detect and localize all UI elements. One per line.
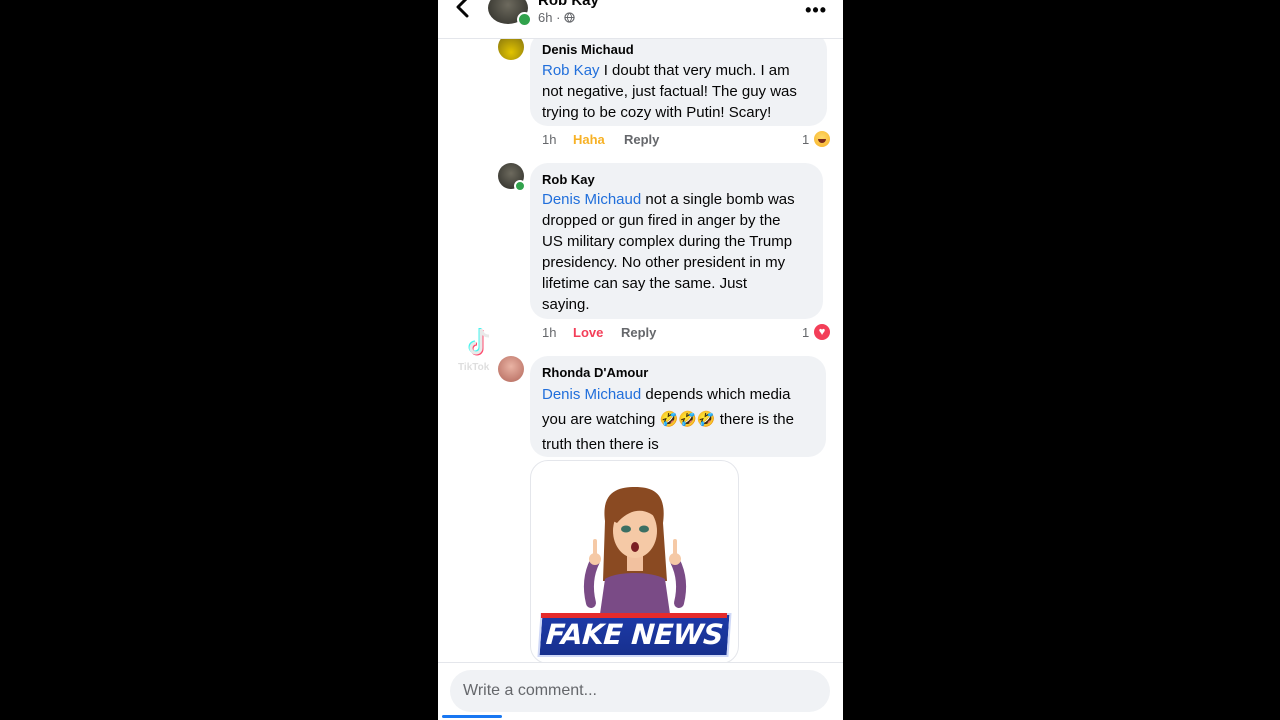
comment-text: Rob Kay I doubt that very much. I am not… [542, 60, 817, 123]
post-time-text: 6h · [538, 10, 565, 25]
avatar[interactable] [498, 356, 524, 382]
comment-author[interactable]: Denis Michaud [542, 42, 634, 57]
fake-news-banner: FAKE NEWS [537, 613, 732, 657]
comment-text: Denis Michaud depends which media you ar… [542, 382, 816, 457]
more-dots-icon[interactable]: ••• [805, 0, 827, 21]
tiktok-brand-text: TikTok [458, 362, 490, 373]
comment-bubble: Denis Michaud Rob Kay I doubt that very … [530, 32, 827, 126]
fake-news-sticker[interactable]: FAKE NEWS [530, 460, 739, 664]
post-timestamp: 6h · [538, 10, 575, 25]
comment-time: 1h [542, 325, 557, 340]
globe-icon [564, 12, 575, 23]
reaction-button[interactable]: Love [573, 325, 603, 340]
comment-author[interactable]: Rob Kay [542, 172, 595, 187]
comment-author[interactable]: Rhonda D'Amour [542, 365, 648, 380]
comment-line: not a single bomb was [641, 191, 795, 208]
comment-composer-bar [438, 662, 843, 720]
tiktok-logo-icon [468, 328, 490, 356]
comment-line: truth then there is [542, 436, 659, 453]
reaction-count[interactable]: 1 [802, 132, 809, 147]
back-chevron-icon[interactable] [454, 0, 472, 18]
facebook-comments-screen: Rob Kay 6h · ••• Denis Michaud Rob Kay I… [438, 0, 843, 720]
comment-line: dropped or gun fired in anger by the [542, 212, 781, 229]
reaction-count[interactable]: 1 [802, 325, 809, 340]
comment-line: presidency. No other president in my [542, 254, 786, 271]
comment-line: not negative, just factual! The guy was [542, 83, 797, 100]
comment-line: lifetime can say the same. Just [542, 275, 748, 292]
comment-text: Denis Michaud not a single bomb was drop… [542, 189, 813, 315]
comment-line: trying to be cozy with Putin! Scary! [542, 104, 772, 121]
reply-button[interactable]: Reply [624, 132, 659, 147]
comment-line: saying. [542, 296, 590, 313]
comment-time: 1h [542, 132, 557, 147]
comment-input[interactable] [450, 670, 830, 712]
online-status-icon [514, 180, 526, 192]
comment-bubble: Rhonda D'Amour Denis Michaud depends whi… [530, 356, 826, 457]
mention-link[interactable]: Denis Michaud [542, 386, 641, 403]
comment-bubble: Rob Kay Denis Michaud not a single bomb … [530, 163, 823, 319]
reply-button[interactable]: Reply [621, 325, 656, 340]
reaction-button[interactable]: Haha [573, 132, 605, 147]
post-header: Rob Kay 6h · ••• [438, 0, 843, 39]
mention-link[interactable]: Rob Kay [542, 62, 600, 79]
bitmoji-woman-icon [583, 487, 687, 621]
comment-line: I doubt that very much. I am [599, 62, 790, 79]
banner-stripe [541, 613, 727, 618]
comment-line: you are watching 🤣🤣🤣 there is the [542, 411, 794, 428]
haha-emoji-icon[interactable] [814, 131, 830, 147]
mention-link[interactable]: Denis Michaud [542, 191, 641, 208]
comment-line: US military complex during the Trump [542, 233, 793, 250]
online-status-icon [517, 12, 532, 27]
love-heart-icon[interactable]: ♥ [814, 324, 830, 340]
comment-line: depends which media [641, 386, 791, 403]
post-author-name[interactable]: Rob Kay [538, 0, 599, 9]
progress-indicator [442, 715, 502, 718]
